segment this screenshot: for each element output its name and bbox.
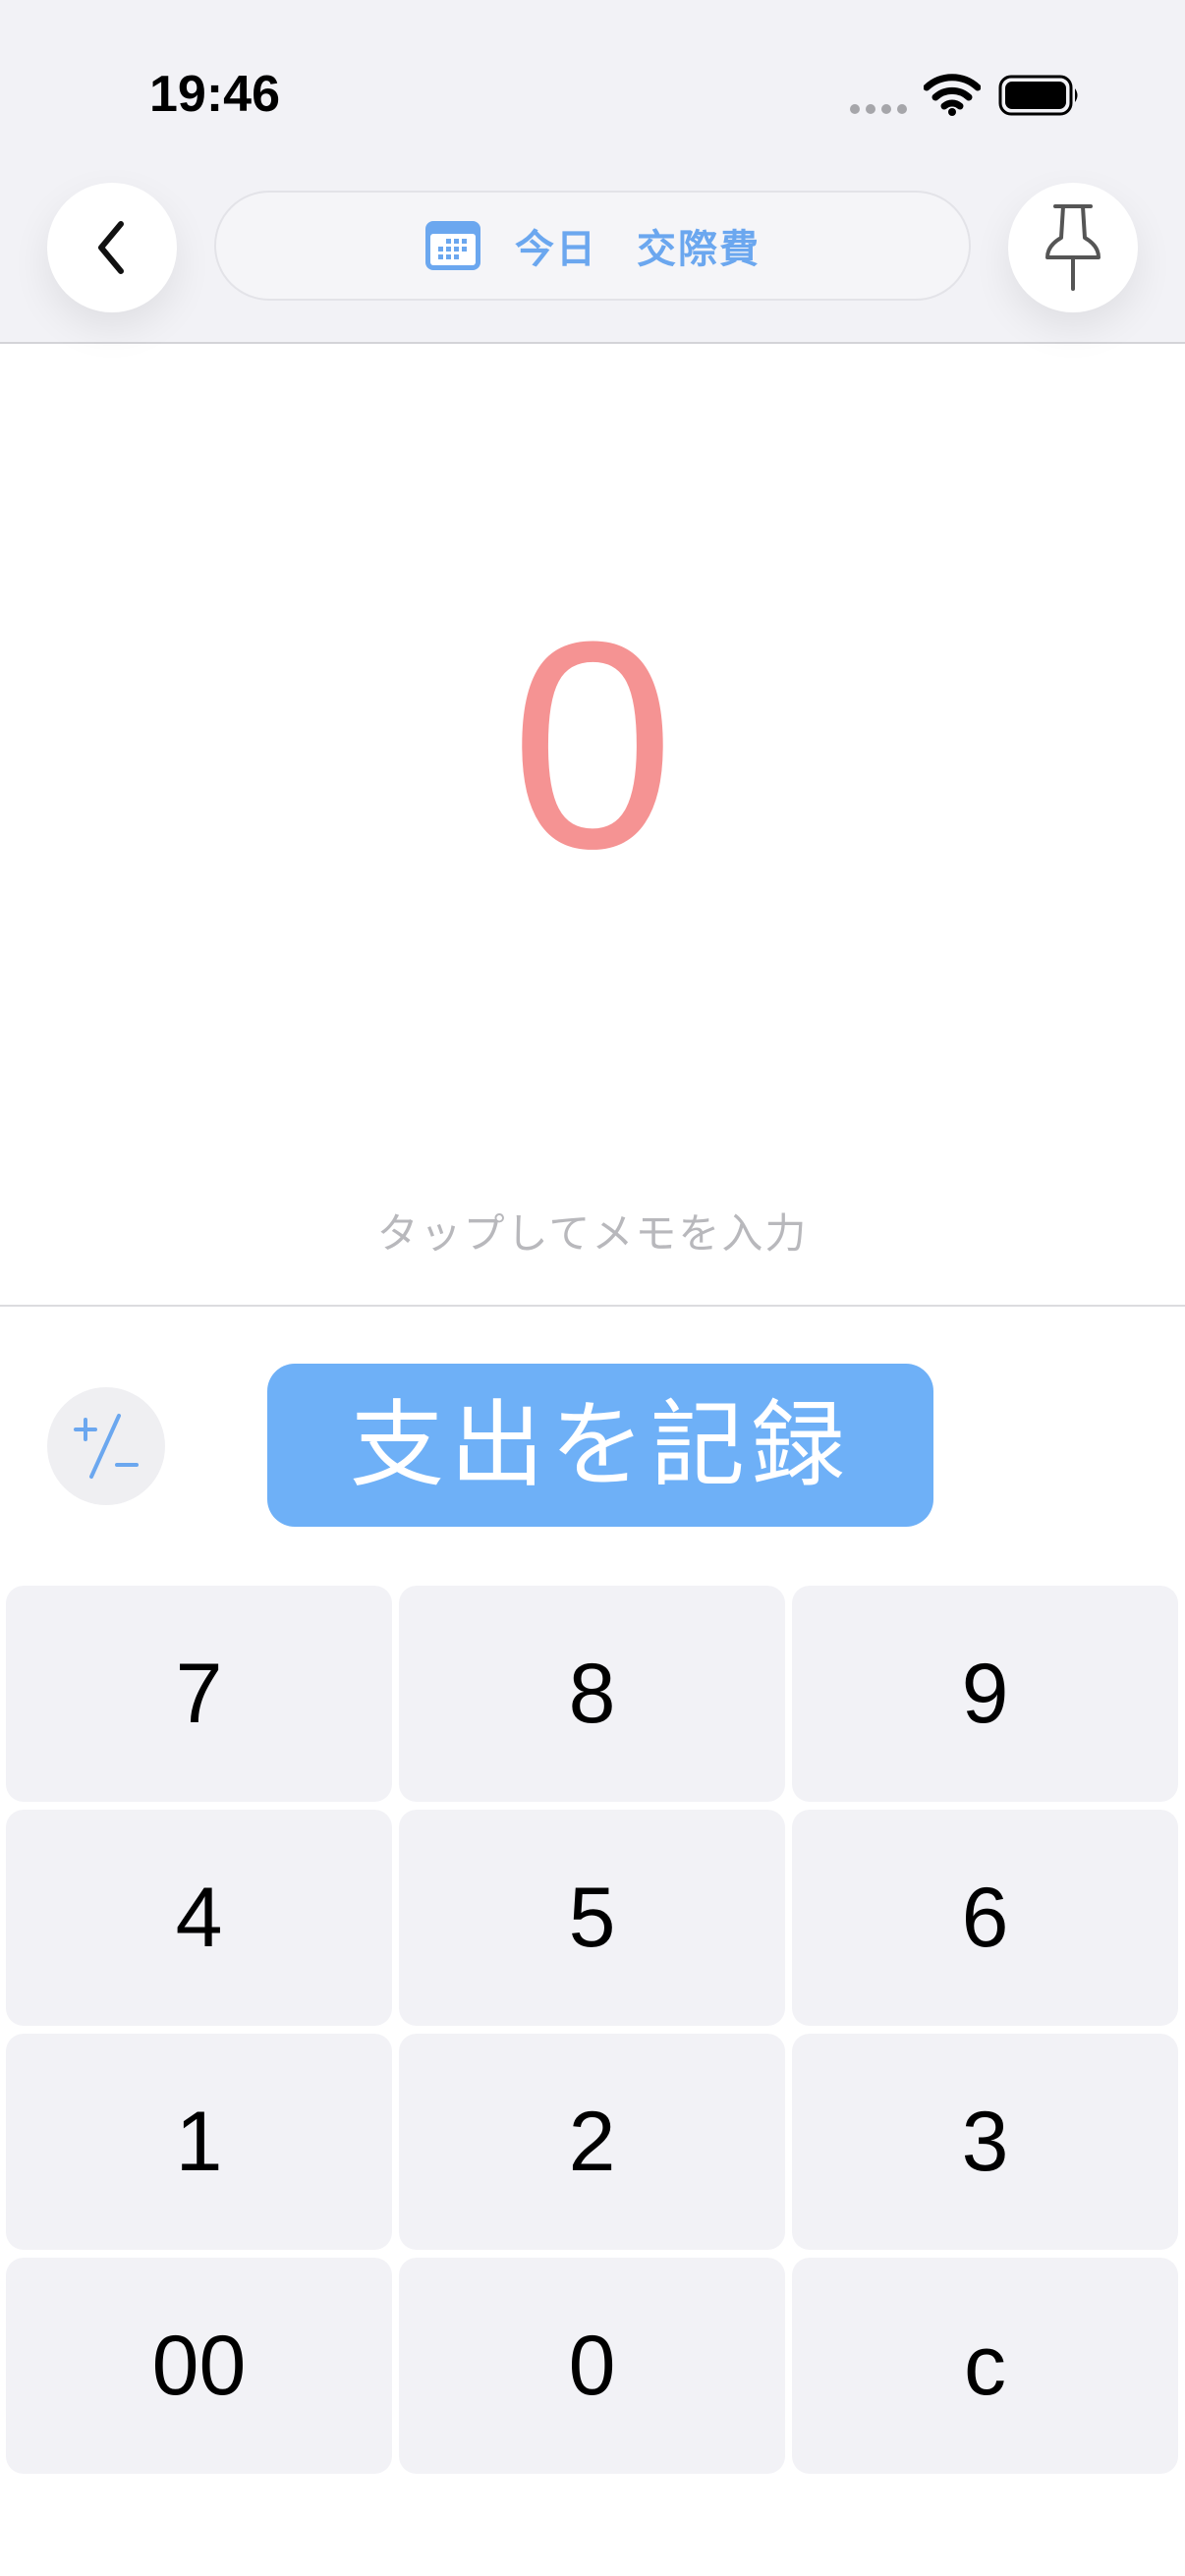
date-label: 今日 — [515, 227, 597, 272]
calendar-icon — [425, 221, 480, 270]
key-1[interactable]: 1 — [6, 2034, 392, 2250]
divider — [0, 1305, 1185, 1307]
memo-input[interactable]: タップしてメモを入力 — [0, 1201, 1185, 1260]
record-expense-button[interactable]: 支出を記録 — [267, 1364, 933, 1527]
status-bar: 19:46 — [0, 0, 1185, 147]
key-clear[interactable]: c — [792, 2258, 1178, 2474]
key-7[interactable]: 7 — [6, 1586, 392, 1802]
amount-display-area: 0 タップしてメモを入力 — [0, 344, 1185, 1307]
cellular-dots-icon — [850, 104, 907, 114]
numeric-keypad: 7 8 9 4 5 6 1 2 3 00 0 c — [6, 1586, 1179, 2474]
pushpin-icon — [1045, 204, 1100, 291]
sign-toggle-button[interactable] — [47, 1387, 165, 1505]
navigation-bar: 今日 交際費 — [0, 177, 1185, 314]
pin-button[interactable] — [1008, 183, 1138, 312]
key-5[interactable]: 5 — [399, 1810, 785, 2026]
key-8[interactable]: 8 — [399, 1586, 785, 1802]
expense-entry-screen: 19:46 今日 交際費 0 タップしてメモを入力 支出を記録 7 8 9 4 … — [0, 0, 1185, 2576]
key-0[interactable]: 0 — [399, 2258, 785, 2474]
status-time: 19:46 — [149, 66, 280, 123]
date-category-selector[interactable]: 今日 交際費 — [214, 191, 971, 301]
back-button[interactable] — [47, 183, 177, 312]
plus-minus-icon — [74, 1414, 139, 1479]
category-label: 交際費 — [637, 227, 761, 272]
amount-value: 0 — [510, 580, 675, 910]
key-4[interactable]: 4 — [6, 1810, 392, 2026]
key-2[interactable]: 2 — [399, 2034, 785, 2250]
key-double-zero[interactable]: 00 — [6, 2258, 392, 2474]
key-9[interactable]: 9 — [792, 1586, 1178, 1802]
wifi-icon — [924, 74, 981, 116]
battery-full-icon — [998, 75, 1078, 116]
header-area: 19:46 今日 交際費 — [0, 0, 1185, 344]
key-3[interactable]: 3 — [792, 2034, 1178, 2250]
key-6[interactable]: 6 — [792, 1810, 1178, 2026]
chevron-left-icon — [98, 221, 124, 274]
